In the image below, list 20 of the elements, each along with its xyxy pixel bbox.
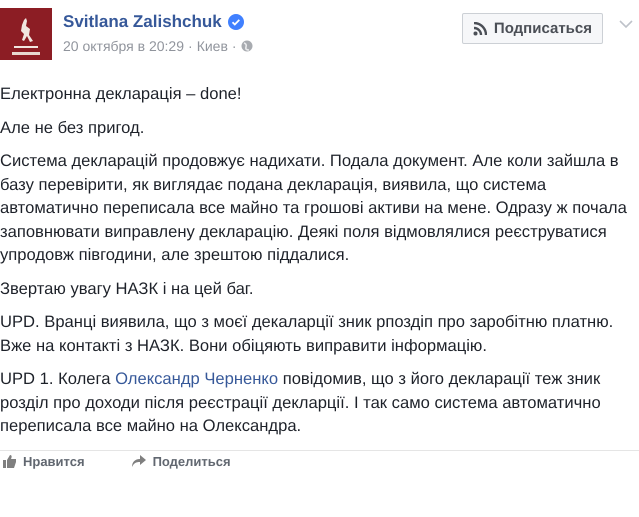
post-paragraph: UPD. Вранці виявила, що з моєї декаларції зник рпоздіп про заробітню платню. Вже на контакті з НАЗК. Вони обіцяють виправити інформацію. (0, 311, 614, 356)
page-avatar[interactable] (0, 8, 52, 60)
separator: · (188, 38, 193, 54)
post-paragraph: UPD 1. Колега Олександр Черненко повідомив, що з його декларації теж зник розділ про доходи після реєстрації декларції. І так само система автоматично переписала все майно на Олександра. (0, 368, 602, 437)
post-paragraph: Але не без пригод. (0, 116, 146, 138)
post-paragraph: Система декларацій продовжує надихати. Подала документ. Але коли зайшла в базу перевірити, як виглядає подана декларація, виявила, що система автоматично переписала все майно та грошові активи на мене. Одразу ж почала заповнювати виправлену декларацію. Деякі поля відмовлялися реєструватися упродовж півгодини, але зрештою піддалися. (0, 150, 628, 266)
share-button[interactable]: Поделиться (130, 454, 231, 468)
thumbs-up-icon (2, 454, 17, 468)
post-date[interactable]: 20 октября в 20:29 (63, 38, 184, 54)
separator: · (232, 38, 237, 54)
post-location[interactable]: Киев (196, 38, 228, 54)
rss-icon (472, 22, 487, 36)
follow-button[interactable]: Подписаться (462, 13, 603, 44)
like-button[interactable]: Нравится (2, 454, 85, 468)
author-name[interactable]: Svitlana Zalishchuk (63, 12, 222, 32)
post-paragraph: Електронна декларація – done! (0, 83, 243, 105)
post-paragraph: Звертаю увагу НАЗК і на цей баг. (0, 278, 254, 300)
globe-icon (240, 40, 253, 52)
share-arrow-icon (130, 454, 147, 468)
person-link[interactable]: Олександр Черненко (115, 369, 278, 388)
